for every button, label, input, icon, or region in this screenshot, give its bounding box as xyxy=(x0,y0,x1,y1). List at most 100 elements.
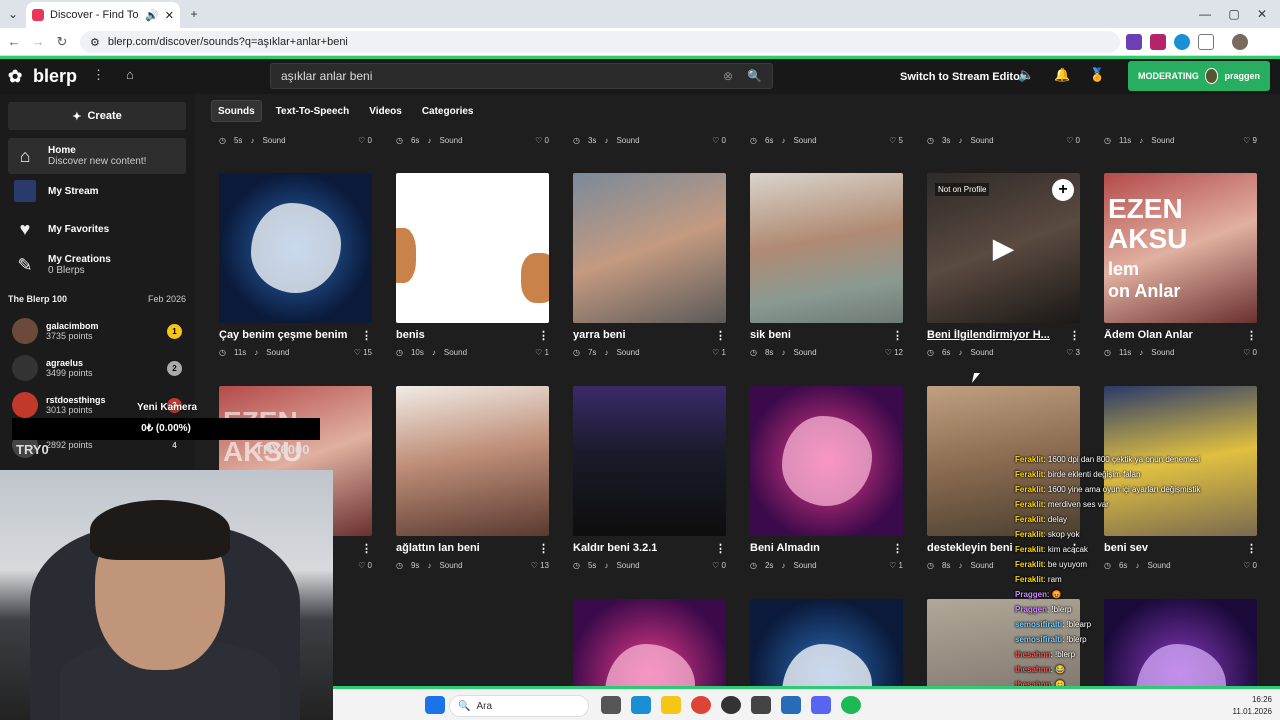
likes[interactable]: ♡ 0 xyxy=(1066,136,1080,145)
sound-card[interactable]: Çay benim çeşme benim ⋮ ◷ 11s ♪ Sound ♡ 15 xyxy=(219,173,372,357)
sound-card[interactable]: yarra beni ⋮ ◷ 7s ♪ Sound ♡ 1 xyxy=(573,173,726,357)
card-title[interactable]: Beni İlgilendirmiyor H... xyxy=(927,329,1050,342)
card-title[interactable]: Âdem Olan Anlar xyxy=(1104,329,1193,342)
close-window-icon[interactable]: ✕ xyxy=(1252,4,1272,24)
kebab-icon[interactable]: ⋮ xyxy=(361,542,372,555)
kebab-icon[interactable]: ⋮ xyxy=(538,542,549,555)
likes[interactable]: ♡ 12 xyxy=(885,348,903,357)
app-icon[interactable] xyxy=(781,696,801,714)
windows-start-icon[interactable] xyxy=(425,696,445,714)
switch-stream-editor-button[interactable]: Switch to Stream Editor xyxy=(900,71,1024,83)
likes[interactable]: ♡ 1 xyxy=(712,348,726,357)
likes[interactable]: ♡ 0 xyxy=(712,136,726,145)
kebab-icon[interactable]: ⋮ xyxy=(892,542,903,555)
audio-icon[interactable]: 🔊 xyxy=(145,9,159,22)
sound-card[interactable]: Not on Profile + ▶ Beni İlgilendirmiyor … xyxy=(927,173,1080,357)
leaderboard-user[interactable]: galacimbom 3735 points 1 xyxy=(12,318,182,344)
forward-icon[interactable]: → xyxy=(28,32,48,52)
file-explorer-icon[interactable] xyxy=(661,696,681,714)
site-info-icon[interactable]: ⚙ xyxy=(90,36,100,49)
sound-card[interactable]: benis ⋮ ◷ 10s ♪ Sound ♡ 1 xyxy=(396,173,549,357)
home-icon[interactable]: ⌂ xyxy=(126,67,134,82)
taskbar-search[interactable]: 🔍 Ara xyxy=(449,695,589,717)
likes[interactable]: ♡ 1 xyxy=(535,348,549,357)
likes[interactable]: ♡ 15 xyxy=(354,348,372,357)
sidebar-item-home[interactable]: ⌂ Home Discover new content! xyxy=(8,138,186,174)
likes[interactable]: ♡ 3 xyxy=(1066,348,1080,357)
card-title[interactable]: Beni Almadın xyxy=(750,542,820,555)
back-icon[interactable]: ← xyxy=(4,32,24,52)
sound-card[interactable]: ağlattın lan beni ⋮ ◷ 9s ♪ Sound ♡ 13 xyxy=(396,386,549,570)
sidebar-item-my-creations[interactable]: ✎ My Creations 0 Blerps xyxy=(8,250,186,280)
new-tab-icon[interactable]: + xyxy=(184,4,204,24)
extension-icon[interactable] xyxy=(1174,34,1190,50)
card-title[interactable]: yarra beni xyxy=(573,329,626,342)
search-input[interactable]: aşıklar anlar beni xyxy=(281,69,723,83)
search-bar[interactable]: aşıklar anlar beni ⊗ 🔍 xyxy=(270,63,773,89)
leaderboard-user[interactable]: agraelus 3499 points 2 xyxy=(12,355,182,381)
play-icon[interactable]: ▶ xyxy=(993,232,1015,265)
system-clock[interactable]: 16:26 11.01.2026 xyxy=(1233,694,1272,718)
likes[interactable]: ♡ 1 xyxy=(889,561,903,570)
maximize-icon[interactable]: ▢ xyxy=(1224,4,1244,24)
sound-card[interactable] xyxy=(750,599,903,686)
likes[interactable]: ♡ 0 xyxy=(358,136,372,145)
card-thumbnail[interactable] xyxy=(750,386,903,536)
extension-icon[interactable] xyxy=(1126,34,1142,50)
tab-sounds[interactable]: Sounds xyxy=(211,100,262,122)
reload-icon[interactable]: ↻ xyxy=(52,32,72,52)
card-thumbnail[interactable] xyxy=(396,173,549,323)
sidebar-item-my-stream[interactable]: My Stream xyxy=(8,178,186,204)
card-title[interactable]: destekleyin beni xyxy=(927,542,1013,555)
likes[interactable]: ♡ 0 xyxy=(1243,348,1257,357)
discord-icon[interactable] xyxy=(811,696,831,714)
card-thumbnail[interactable]: Not on Profile + ▶ xyxy=(927,173,1080,323)
obs-icon[interactable] xyxy=(721,696,741,714)
app-icon[interactable] xyxy=(751,696,771,714)
edge-icon[interactable] xyxy=(631,696,651,714)
more-menu-icon[interactable]: ⋮ xyxy=(92,67,105,83)
chrome-icon[interactable] xyxy=(691,696,711,714)
likes[interactable]: ♡ 13 xyxy=(531,561,549,570)
card-thumbnail[interactable] xyxy=(396,386,549,536)
kebab-icon[interactable]: ⋮ xyxy=(1069,329,1080,342)
card-title[interactable]: Kaldır beni 3.2.1 xyxy=(573,542,657,555)
card-thumbnail[interactable] xyxy=(573,173,726,323)
card-title[interactable]: sik beni xyxy=(750,329,791,342)
card-thumbnail[interactable] xyxy=(750,599,903,686)
likes[interactable]: ♡ 0 xyxy=(358,561,372,570)
card-thumbnail[interactable] xyxy=(573,386,726,536)
card-title[interactable]: benis xyxy=(396,329,425,342)
tab-text-to-speech[interactable]: Text-To-Speech xyxy=(270,100,356,122)
extension-icon[interactable] xyxy=(1150,34,1166,50)
clear-search-icon[interactable]: ⊗ xyxy=(723,69,733,83)
moderating-button[interactable]: MODERATING praggen xyxy=(1128,61,1270,91)
card-thumbnail[interactable] xyxy=(219,173,372,323)
close-tab-icon[interactable]: ✕ xyxy=(165,9,174,22)
card-thumbnail[interactable] xyxy=(750,173,903,323)
kebab-icon[interactable]: ⋮ xyxy=(715,542,726,555)
card-title[interactable]: Çay benim çeşme benim xyxy=(219,329,347,342)
likes[interactable]: ♡ 5 xyxy=(889,136,903,145)
minimize-icon[interactable]: — xyxy=(1195,4,1215,24)
card-title[interactable]: ağlattın lan beni xyxy=(396,542,480,555)
create-button[interactable]: ✦ Create xyxy=(8,102,186,130)
puzzle-icon[interactable] xyxy=(1198,34,1214,50)
sound-card[interactable]: sik beni ⋮ ◷ 8s ♪ Sound ♡ 12 xyxy=(750,173,903,357)
sidebar-item-my-favorites[interactable]: ♥ My Favorites xyxy=(8,216,186,242)
spotify-icon[interactable] xyxy=(841,696,861,714)
kebab-icon[interactable]: ⋮ xyxy=(892,329,903,342)
bell-icon[interactable]: 🔔 xyxy=(1054,67,1070,83)
sound-card[interactable] xyxy=(573,599,726,686)
search-icon[interactable]: 🔍 xyxy=(747,69,762,83)
sound-card[interactable]: Kaldır beni 3.2.1 ⋮ ◷ 5s ♪ Sound ♡ 0 xyxy=(573,386,726,570)
volume-icon[interactable]: 🔈 xyxy=(1018,67,1034,83)
kebab-icon[interactable]: ⋮ xyxy=(715,329,726,342)
likes[interactable]: ♡ 0 xyxy=(535,136,549,145)
tab-videos[interactable]: Videos xyxy=(363,100,408,122)
sound-card[interactable]: Beni Almadın ⋮ ◷ 2s ♪ Sound ♡ 1 xyxy=(750,386,903,570)
url-field[interactable]: ⚙ blerp.com/discover/sounds?q=aşıklar+an… xyxy=(80,31,1120,53)
kebab-icon[interactable]: ⋮ xyxy=(538,329,549,342)
card-thumbnail[interactable]: EZEN AKSU lem on Anlar xyxy=(1104,173,1257,323)
kebab-icon[interactable]: ⋮ xyxy=(1246,329,1257,342)
